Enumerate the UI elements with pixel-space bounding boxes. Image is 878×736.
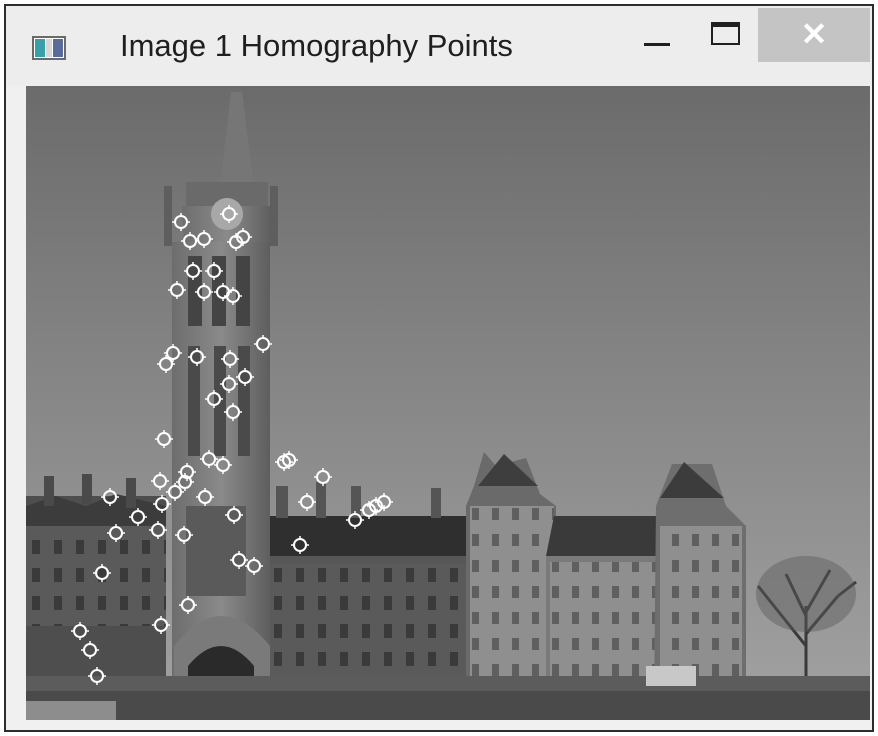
minimize-icon (644, 43, 670, 46)
image-canvas[interactable] (26, 86, 870, 720)
parliament-photo (26, 86, 870, 720)
maximize-button[interactable] (696, 8, 756, 62)
bus (646, 666, 696, 686)
window-title: Image 1 Homography Points (120, 28, 513, 63)
maximize-icon (711, 22, 740, 45)
title-bar[interactable]: Image 1 Homography Points ✕ (6, 6, 872, 86)
app-window-icon[interactable] (32, 36, 66, 60)
app-window: Image 1 Homography Points ✕ (4, 4, 874, 732)
tower-clock (211, 198, 243, 230)
close-icon: ✕ (800, 16, 828, 52)
minimize-button[interactable] (626, 8, 686, 62)
close-button[interactable]: ✕ (758, 8, 870, 62)
